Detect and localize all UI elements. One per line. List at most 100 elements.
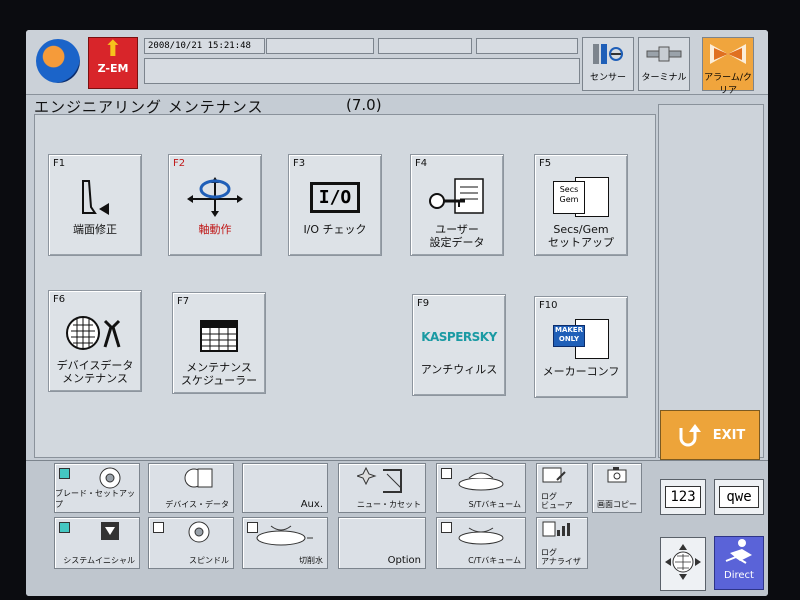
top-bar: ⬆ Z-EM 2008/10/21 15:21:48 センサー ターミナル アラ… xyxy=(26,30,768,96)
blade-setup-label: ブレード・セットアップ xyxy=(55,489,135,509)
cursor-pad-button[interactable] xyxy=(660,537,706,591)
secs-gem-icon: Secs Gem xyxy=(535,175,627,219)
log-viewer-label: ログ ビューア xyxy=(541,492,573,510)
up-arrow-icon: ⬆ xyxy=(103,37,123,62)
screen-copy-button[interactable]: 画面コピー xyxy=(592,463,642,513)
device-data-tools-icon xyxy=(49,311,141,355)
datetime-display: 2008/10/21 15:21:48 xyxy=(144,38,265,54)
st-vacuum-icon xyxy=(437,466,525,494)
f7-label: メンテナンス スケジューラー xyxy=(180,361,258,387)
spindle-button[interactable]: スピンドル xyxy=(148,517,234,569)
cutting-water-button[interactable]: 切削水 xyxy=(242,517,328,569)
new-cassette-button[interactable]: ニュー・カセット xyxy=(338,463,426,513)
log-analyzer-button[interactable]: ログ アナライザ xyxy=(536,517,588,569)
direct-button[interactable]: Direct xyxy=(714,536,764,590)
f4-user-settings-button[interactable]: F4 ユーザー 設定データ xyxy=(410,154,504,256)
f7-maintenance-scheduler-button[interactable]: F7 メンテナンス スケジューラー xyxy=(172,292,266,394)
f5-key-label: F5 xyxy=(539,158,552,169)
f3-io-check-button[interactable]: F3 I/O I/O チェック xyxy=(288,154,382,256)
log-analyzer-label: ログ アナライザ xyxy=(541,548,581,566)
cursor-pad-icon xyxy=(665,544,701,580)
device-data-icon xyxy=(169,466,229,490)
aux-button[interactable]: Aux. xyxy=(242,463,328,513)
st-vacuum-label: S/Tバキューム xyxy=(468,500,521,509)
f4-key-label: F4 xyxy=(415,158,428,169)
system-initial-button[interactable]: システムイニシャル xyxy=(54,517,140,569)
calendar-icon xyxy=(173,313,265,357)
system-initial-checkbox[interactable] xyxy=(59,522,70,533)
spindle-icon xyxy=(169,520,229,544)
f2-axis-motion-button[interactable]: F2 軸動作 xyxy=(168,154,262,256)
bottom-toolbar: ブレード・セットアップ システムイニシャル デバイス・データ スピンドル Aux… xyxy=(26,460,768,596)
f1-edge-correction-button[interactable]: F1 端面修正 xyxy=(48,154,142,256)
ct-vacuum-label: C/Tバキューム xyxy=(468,556,521,565)
terminal-icon xyxy=(639,38,689,70)
new-cassette-label: ニュー・カセット xyxy=(357,500,421,509)
f10-maker-config-button[interactable]: F10 MAKER ONLY メーカーコンフ xyxy=(534,296,628,398)
device-data-label: デバイス・データ xyxy=(165,500,229,509)
f1-key-label: F1 xyxy=(53,158,66,169)
st-vacuum-button[interactable]: S/Tバキューム xyxy=(436,463,526,513)
cutting-water-icon xyxy=(243,520,327,548)
blade-setup-button[interactable]: ブレード・セットアップ xyxy=(54,463,140,513)
screen: ⬆ Z-EM 2008/10/21 15:21:48 センサー ターミナル アラ… xyxy=(26,30,768,596)
alarm-clear-label: アラーム/クリア xyxy=(704,73,752,96)
f2-key-label: F2 xyxy=(173,158,186,169)
message-bar xyxy=(144,58,580,84)
option-button[interactable]: Option xyxy=(338,517,426,569)
user-settings-key-icon xyxy=(411,175,503,219)
u-turn-arrow-icon xyxy=(679,424,701,447)
f9-key-label: F9 xyxy=(417,298,430,309)
screen-copy-label: 画面コピー xyxy=(597,500,637,509)
f5-label: Secs/Gem セットアップ xyxy=(548,223,614,249)
option-label: Option xyxy=(387,555,421,566)
log-viewer-icon xyxy=(537,466,591,484)
f3-key-label: F3 xyxy=(293,158,306,169)
secs-gem-icon-text: Secs Gem xyxy=(553,181,585,214)
io-icon-text: I/O xyxy=(309,181,361,213)
qwe-keyboard-label: qwe xyxy=(719,486,759,508)
axis-motion-icon xyxy=(169,175,261,219)
sensor-button[interactable]: センサー xyxy=(582,37,634,91)
device-data-button[interactable]: デバイス・データ xyxy=(148,463,234,513)
edge-correction-icon xyxy=(49,175,141,219)
status-field-1 xyxy=(266,38,374,54)
numeric-keyboard-button[interactable]: 123 xyxy=(660,479,706,515)
ct-vacuum-button[interactable]: C/Tバキューム xyxy=(436,517,526,569)
status-field-3 xyxy=(476,38,578,54)
f6-device-data-button[interactable]: F6 デバイスデータ メンテナンス xyxy=(48,290,142,392)
f6-label: デバイスデータ メンテナンス xyxy=(56,359,134,385)
system-initial-icon xyxy=(85,520,135,542)
f1-label: 端面修正 xyxy=(73,223,117,236)
cutting-water-label: 切削水 xyxy=(299,556,323,565)
z-em-button[interactable]: ⬆ Z-EM xyxy=(88,37,138,89)
system-initial-label: システムイニシャル xyxy=(63,556,135,565)
spindle-label: スピンドル xyxy=(189,556,229,565)
ct-vacuum-icon xyxy=(437,520,525,548)
io-icon: I/O xyxy=(289,175,381,219)
sensor-label: センサー xyxy=(589,73,626,83)
direct-label: Direct xyxy=(724,570,754,581)
f10-label: メーカーコンフ xyxy=(542,365,620,378)
direct-icon xyxy=(725,539,752,564)
f5-secs-gem-button[interactable]: F5 Secs Gem Secs/Gem セットアップ xyxy=(534,154,628,256)
f9-label: アンチウィルス xyxy=(420,363,498,376)
maker-only-icon: MAKER ONLY xyxy=(535,317,627,361)
f10-key-label: F10 xyxy=(539,300,558,311)
log-viewer-button[interactable]: ログ ビューア xyxy=(536,463,588,513)
log-analyzer-icon xyxy=(537,520,591,538)
spindle-checkbox[interactable] xyxy=(153,522,164,533)
exit-label: EXIT xyxy=(712,427,746,443)
qwe-keyboard-button[interactable]: qwe xyxy=(714,479,764,515)
camera-icon xyxy=(593,466,641,484)
exit-button[interactable]: EXIT xyxy=(660,410,760,460)
alarm-clear-button[interactable]: アラーム/クリア xyxy=(702,37,754,96)
numeric-keyboard-label: 123 xyxy=(665,486,701,508)
blade-setup-checkbox[interactable] xyxy=(59,468,70,479)
status-field-2 xyxy=(378,38,472,54)
aux-label: Aux. xyxy=(300,499,323,510)
app-logo-icon xyxy=(36,39,80,83)
f9-antivirus-button[interactable]: F9 KASPERSKY アンチウィルス xyxy=(412,294,506,396)
terminal-button[interactable]: ターミナル xyxy=(638,37,690,91)
right-side-panel xyxy=(658,104,764,458)
